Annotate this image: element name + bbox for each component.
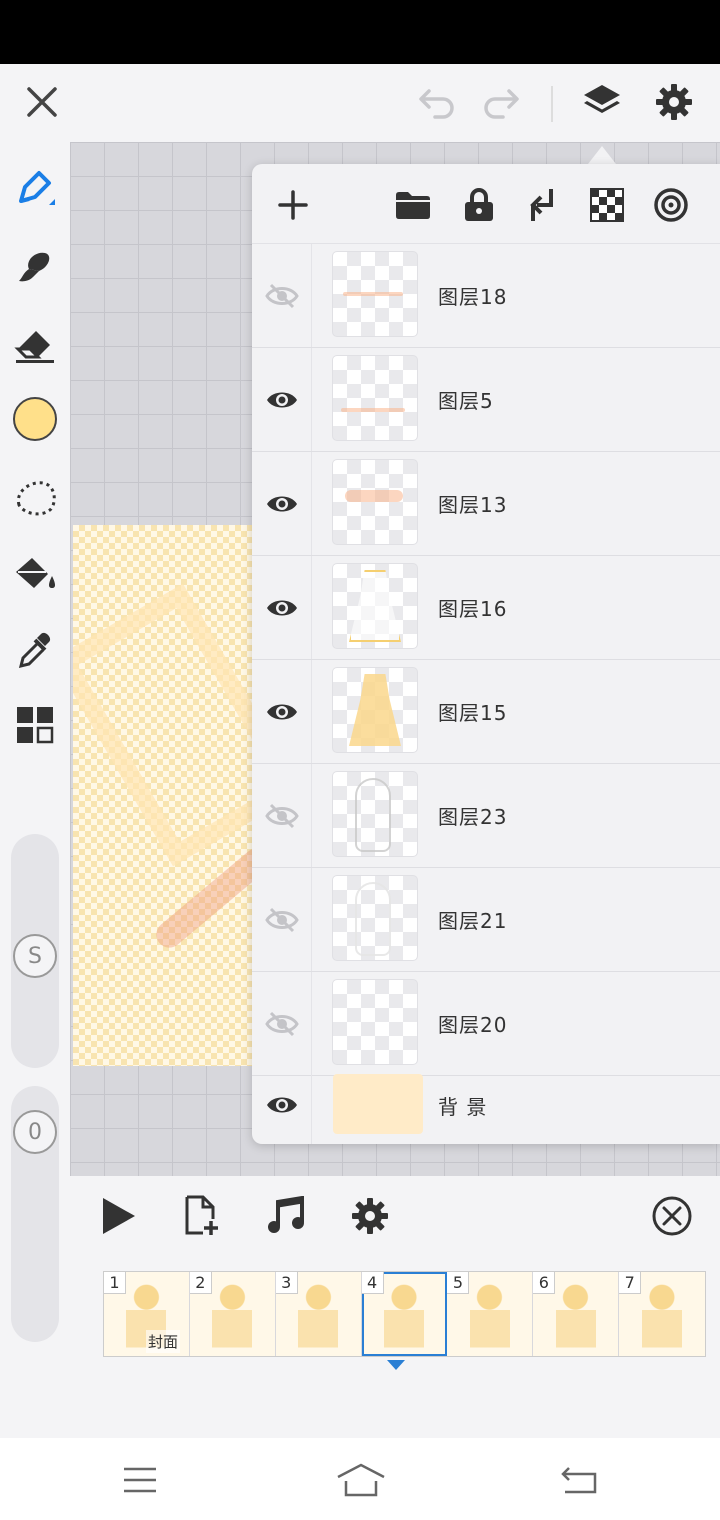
layer-row[interactable]: 图层16 [252,556,720,660]
layer-name: 背 景 [438,1094,488,1119]
frame-label: 封面 [146,1330,181,1353]
opacity-slider-knob[interactable]: 0 [13,1110,57,1154]
layer-thumbnail [333,1074,423,1134]
animation-panel: 1 封面 2 3 4 5 6 7 [70,1176,720,1438]
music-icon[interactable] [264,1194,308,1238]
layer-name: 图层13 [438,493,508,517]
layer-row[interactable]: 图层20 [252,972,720,1076]
layer-name: 图层20 [438,1013,508,1037]
layer-thumbnail [333,772,417,856]
color-swatch[interactable] [12,396,58,442]
frame-number: 5 [447,1272,470,1294]
layer-row[interactable]: 图层15 [252,660,720,764]
frame-number: 4 [361,1272,384,1294]
add-frame-icon[interactable] [180,1194,224,1238]
redo-icon[interactable] [480,82,522,124]
add-icon[interactable] [274,186,312,224]
artwork-shape [73,583,253,867]
frame-thumbnail[interactable]: 2 [189,1272,276,1356]
layers-toolbar [252,164,720,244]
layers-icon[interactable] [580,80,624,124]
size-slider-knob[interactable]: S [13,934,57,978]
layer-name: 图层16 [438,597,508,621]
layer-thumbnail [333,564,417,648]
status-bar [0,0,720,64]
layers-panel: 图层18 图层5 图层13 图层16 图层15 图层23 图层21 图层20 背… [252,164,720,1144]
undo-icon[interactable] [416,82,458,124]
panel-caret [588,146,616,164]
pen-icon[interactable] [12,166,58,212]
target-icon[interactable] [652,186,690,224]
menu-icon[interactable] [120,1460,160,1500]
back-icon[interactable] [560,1460,600,1500]
frame-strip: 1 封面 2 3 4 5 6 7 [103,1271,706,1357]
frame-thumbnail[interactable]: 5 [447,1272,534,1356]
close-icon[interactable] [22,82,62,122]
eye-icon[interactable] [252,1066,312,1144]
lock-icon[interactable] [460,186,498,224]
folder-icon[interactable] [394,186,432,224]
layer-name: 图层5 [438,389,494,413]
top-toolbar [0,64,720,142]
layer-thumbnail [333,460,417,544]
layer-thumbnail [333,252,417,336]
frame-thumbnail-selected[interactable]: 4 [361,1272,448,1356]
current-frame-indicator [387,1360,405,1370]
eye-icon[interactable] [252,452,312,555]
layer-thumbnail [333,356,417,440]
frame-number: 1 [104,1272,126,1294]
layer-row[interactable]: 图层23 [252,764,720,868]
eye-hidden-icon[interactable] [252,244,312,347]
gear-icon[interactable] [652,80,696,124]
opacity-slider[interactable]: 0 [11,1086,59,1342]
toolbar-divider [551,86,553,122]
layer-row[interactable]: 图层21 [252,868,720,972]
play-icon[interactable] [96,1194,140,1238]
eyedropper-icon[interactable] [12,628,58,674]
eye-hidden-icon[interactable] [252,972,312,1075]
frame-thumbnail[interactable]: 3 [275,1272,362,1356]
size-slider[interactable]: S [11,834,59,1068]
artwork-preview[interactable] [73,525,253,1066]
frame-thumbnail[interactable]: 7 [619,1272,706,1356]
artwork-stroke [151,843,253,953]
layer-thumbnail [333,876,417,960]
eye-icon[interactable] [252,556,312,659]
eye-hidden-icon[interactable] [252,764,312,867]
system-navigation-bar [0,1438,720,1520]
lasso-icon[interactable] [12,474,58,520]
frame-number: 2 [189,1272,212,1294]
frame-thumbnail[interactable]: 6 [533,1272,620,1356]
frame-number: 7 [619,1272,642,1294]
close-circle-icon[interactable] [650,1194,694,1238]
frame-thumbnail[interactable]: 1 封面 [104,1272,190,1356]
checker-icon[interactable] [588,186,626,224]
layer-row-background[interactable]: 背 景 [252,1066,720,1144]
merge-down-icon[interactable] [524,186,562,224]
brush-icon[interactable] [12,244,58,290]
tool-sidebar: S 0 [0,142,70,1438]
grid-tiles-icon[interactable] [12,702,58,748]
gear-icon[interactable] [348,1194,392,1238]
layer-row[interactable]: 图层13 [252,452,720,556]
layer-name: 图层23 [438,805,508,829]
layer-name: 图层18 [438,285,508,309]
eye-icon[interactable] [252,348,312,451]
frame-number: 6 [533,1272,556,1294]
home-icon[interactable] [336,1460,386,1500]
layer-row[interactable]: 图层5 [252,348,720,452]
eye-hidden-icon[interactable] [252,868,312,971]
eye-icon[interactable] [252,660,312,763]
layer-name: 图层21 [438,909,508,933]
layer-row[interactable]: 图层18 [252,244,720,348]
layer-thumbnail [333,668,417,752]
layer-name: 图层15 [438,701,508,725]
eraser-icon[interactable] [12,322,58,368]
frame-number: 3 [275,1272,298,1294]
layer-thumbnail [333,980,417,1064]
fill-bucket-icon[interactable] [12,552,58,598]
